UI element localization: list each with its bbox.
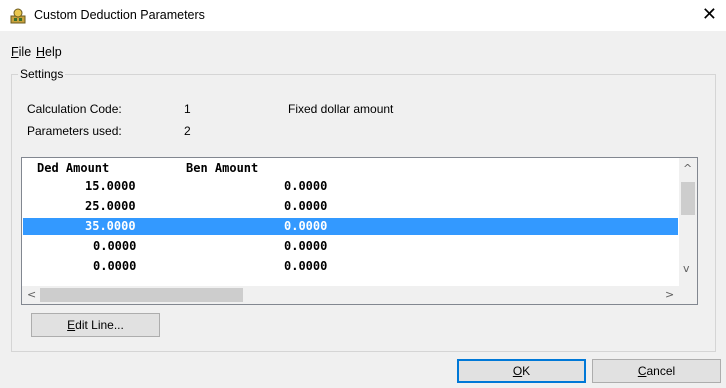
menu-help-hotkey: H: [36, 45, 46, 59]
params-used-label: Parameters used:: [27, 124, 122, 138]
ben-amount-cell: 0.0000: [284, 259, 328, 273]
calc-code-value: 1: [184, 102, 191, 116]
ded-amount-cell: 0.0000: [93, 259, 137, 273]
list-item[interactable]: 15.0000 0.0000: [23, 178, 696, 195]
ben-amount-cell: 0.0000: [284, 179, 328, 193]
ded-amount-cell: 0.0000: [93, 239, 137, 253]
ben-amount-cell: 0.0000: [284, 219, 328, 233]
menu-help-label: elp: [45, 45, 62, 59]
payroll-app-icon: [10, 8, 26, 24]
list-item[interactable]: 0.0000 0.0000: [23, 258, 696, 275]
column-header-ded-amount: Ded Amount: [37, 161, 110, 175]
settings-legend: Settings: [18, 67, 66, 81]
calc-code-label: Calculation Code:: [27, 102, 122, 116]
ded-amount-cell: 15.0000: [85, 179, 136, 193]
ben-amount-cell: 0.0000: [284, 199, 328, 213]
edit-line-label: dit Line...: [75, 318, 124, 332]
ben-amount-cell: 0.0000: [284, 239, 328, 253]
ded-amount-cell: 35.0000: [85, 219, 136, 233]
ded-amount-cell: 25.0000: [85, 199, 136, 213]
calc-code-description: Fixed dollar amount: [288, 102, 394, 116]
vertical-scrollbar[interactable]: ^ v: [679, 158, 697, 286]
edit-line-hotkey: E: [67, 318, 76, 332]
title-bar: Custom Deduction Parameters ✕: [0, 0, 726, 31]
chevron-left-icon[interactable]: <: [27, 288, 36, 301]
window-title: Custom Deduction Parameters: [34, 8, 205, 22]
ok-hotkey: O: [512, 364, 523, 378]
edit-line-button[interactable]: Edit Line...: [31, 313, 160, 337]
list-item[interactable]: 0.0000 0.0000: [23, 238, 696, 255]
chevron-down-icon[interactable]: v: [683, 262, 690, 275]
chevron-up-icon[interactable]: ^: [683, 162, 692, 175]
horizontal-scrollbar[interactable]: < >: [22, 286, 679, 304]
list-item[interactable]: 25.0000 0.0000: [23, 198, 696, 215]
cancel-label: ancel: [646, 364, 676, 378]
menu-bar: File Help: [0, 41, 726, 61]
menu-file-hotkey: F: [11, 45, 19, 59]
horizontal-scroll-thumb[interactable]: [40, 288, 243, 302]
menu-help[interactable]: Help: [36, 45, 62, 59]
vertical-scroll-thumb[interactable]: [681, 182, 695, 215]
ok-label: K: [522, 364, 531, 378]
column-header-ben-amount: Ben Amount: [186, 161, 259, 175]
scrollbar-corner: [679, 286, 697, 304]
list-item-selected[interactable]: 35.0000 0.0000: [23, 218, 678, 235]
menu-file[interactable]: File: [11, 45, 31, 59]
parameters-list[interactable]: Ded Amount Ben Amount 15.0000 0.0000 25.…: [21, 157, 698, 305]
ok-button[interactable]: OK: [457, 359, 586, 383]
list-header: Ded Amount Ben Amount: [23, 160, 696, 177]
close-icon[interactable]: ✕: [702, 4, 717, 25]
params-used-value: 2: [184, 124, 191, 138]
menu-file-label: ile: [18, 45, 32, 59]
chevron-right-icon[interactable]: >: [665, 288, 674, 301]
cancel-button[interactable]: Cancel: [592, 359, 721, 383]
